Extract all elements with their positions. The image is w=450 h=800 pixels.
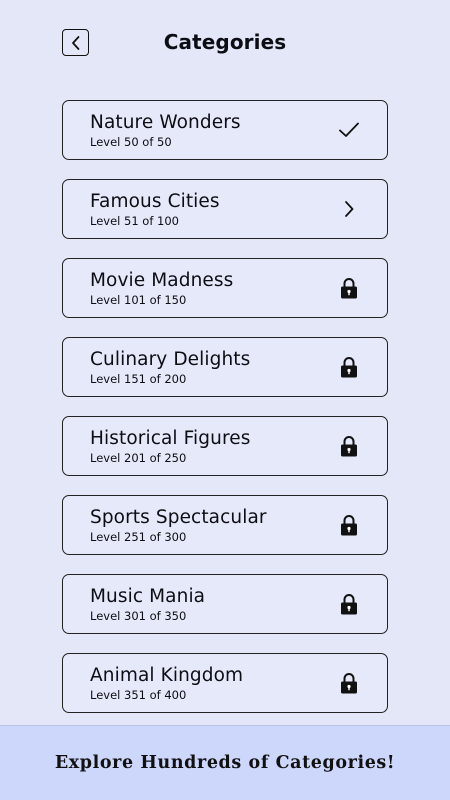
- checkmark-icon: [338, 119, 360, 141]
- category-card-historical-figures[interactable]: Historical Figures Level 201 of 250: [62, 416, 388, 476]
- category-level: Level 301 of 350: [90, 609, 187, 623]
- category-title: Movie Madness: [90, 270, 234, 291]
- category-title: Famous Cities: [90, 191, 220, 212]
- category-card-culinary-delights[interactable]: Culinary Delights Level 151 of 200: [62, 337, 388, 397]
- category-card-music-mania[interactable]: Music Mania Level 301 of 350: [62, 574, 388, 634]
- category-card-movie-madness[interactable]: Movie Madness Level 101 of 150: [62, 258, 388, 318]
- category-level: Level 351 of 400: [90, 688, 187, 702]
- lock-icon: [338, 593, 360, 615]
- category-card-animal-kingdom[interactable]: Animal Kingdom Level 351 of 400: [62, 653, 388, 713]
- lock-icon: [338, 435, 360, 457]
- chevron-right-icon: [338, 198, 360, 220]
- header: Categories: [0, 0, 450, 86]
- category-level: Level 50 of 50: [90, 135, 172, 149]
- category-card-nature-wonders[interactable]: Nature Wonders Level 50 of 50: [62, 100, 388, 160]
- category-title: Music Mania: [90, 586, 206, 607]
- footer-text: Explore Hundreds of Categories!: [54, 753, 396, 773]
- category-level: Level 101 of 150: [90, 293, 187, 307]
- category-title: Animal Kingdom: [90, 665, 244, 686]
- lock-icon: [338, 672, 360, 694]
- category-level: Level 151 of 200: [90, 372, 187, 386]
- category-level: Level 251 of 300: [90, 530, 187, 544]
- category-level: Level 201 of 250: [90, 451, 187, 465]
- lock-icon: [338, 356, 360, 378]
- footer-banner: Explore Hundreds of Categories!: [0, 725, 450, 800]
- page-title: Categories: [163, 30, 287, 54]
- category-level: Level 51 of 100: [90, 214, 179, 228]
- category-title: Historical Figures: [90, 428, 251, 449]
- lock-icon: [338, 277, 360, 299]
- lock-icon: [338, 514, 360, 536]
- category-list: Nature Wonders Level 50 of 50 Famous Cit…: [62, 100, 388, 732]
- category-card-famous-cities[interactable]: Famous Cities Level 51 of 100: [62, 179, 388, 239]
- category-title: Nature Wonders: [90, 112, 241, 133]
- category-title: Culinary Delights: [90, 349, 251, 370]
- category-card-sports-spectacular[interactable]: Sports Spectacular Level 251 of 300: [62, 495, 388, 555]
- category-title: Sports Spectacular: [90, 507, 267, 528]
